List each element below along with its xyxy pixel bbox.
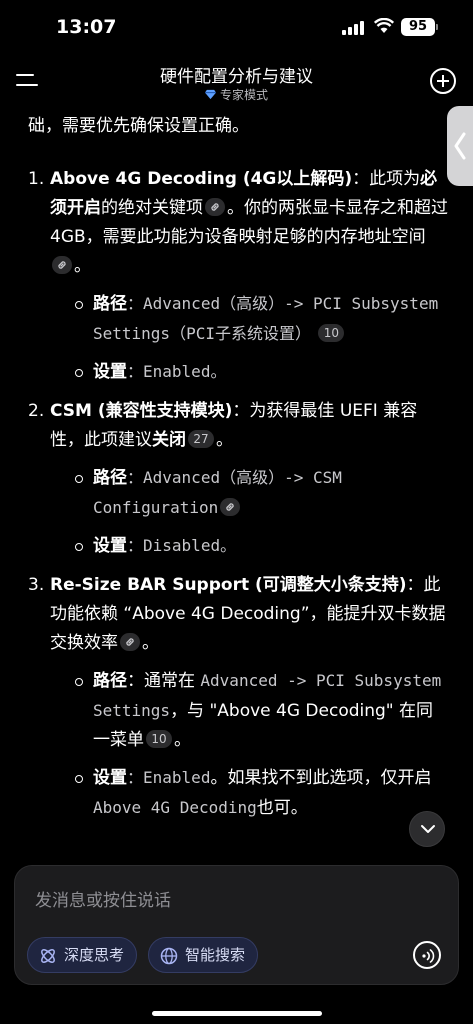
setting-colon: ： [127,768,144,787]
status-time: 13:07 [56,16,117,38]
setting-colon: ： [127,536,144,555]
setting-text: 也可。 [256,798,308,818]
scroll-down-button[interactable] [409,811,445,847]
gem-icon [204,89,216,100]
voice-input-button[interactable] [413,941,441,969]
sub-item-path: 路径：Advanced（高级）-> CSM Configuration [50,463,448,523]
path-value: Advanced（高级）-> PCI Subsystem Settings（PC… [93,294,439,343]
sub-item-path: 路径：通常在 Advanced -> PCI Subsystem Setting… [50,666,448,755]
setting-colon: ： [127,362,144,381]
path-text: 通常在 [144,671,201,691]
atom-icon [41,949,55,963]
path-label: 路径 [93,468,127,488]
globe-icon [160,947,178,965]
item-emphasis: 关闭 [152,430,186,450]
item-lead: Re-Size BAR Support (可调整大小条支持)：此功能依赖 “Ab… [50,571,448,658]
list-item: 2. CSM (兼容性支持模块)：为获得最佳 UEFI 兼容性，此项建议关闭 27… [28,397,448,561]
item-text: 。 [74,256,91,276]
setting-label: 设置 [93,768,127,788]
message-content: 础，需要优先确保设置正确。 1. Above 4G Decoding (4G以上… [28,112,448,833]
battery-icon: 95 [401,18,435,36]
setting-label: 设置 [93,536,127,556]
deep-think-button[interactable]: 深度思考 [27,937,138,973]
path-text: 。 [174,730,191,750]
message-input-box[interactable]: 发消息或按住说话 深度思考 智能搜索 [14,865,459,985]
page-title: 硬件配置分析与建议 [160,67,313,87]
web-search-button[interactable]: 智能搜索 [148,937,259,973]
item-title: Above 4G Decoding (4G以上解码) [50,169,353,189]
cellular-signal-icon [342,21,364,35]
link-icon[interactable] [205,198,225,216]
intro-text: 础，需要优先确保设置正确。 [28,116,249,136]
citation-badge[interactable]: 10 [146,730,172,748]
link-icon[interactable] [52,256,72,274]
setting-label: 设置 [93,362,127,382]
item-lead: Above 4G Decoding (4G以上解码)：此项为必须开启的绝对关键项… [50,165,448,281]
setting-value: Enabled [143,768,211,787]
voice-wave-icon [422,949,435,963]
sub-item-setting: 设置：Enabled。如果找不到此选项，仅开启 Above 4G Decodin… [50,763,448,823]
item-text: 。 [216,430,233,450]
chat-header: 硬件配置分析与建议 专家模式 [0,56,473,186]
mode-label: 专家模式 [219,88,268,102]
sub-item-setting: 设置：Enabled。 [50,357,448,387]
list-number: 1. [28,169,45,189]
wifi-icon [374,18,394,33]
item-text: 。 [142,633,159,653]
setting-value: Disabled。 [143,536,237,555]
setting-code: Above 4G Decoding [93,798,257,817]
chevron-down-icon [421,825,435,833]
message-input[interactable]: 发消息或按住说话 [35,886,171,911]
path-label: 路径 [93,671,127,691]
link-icon[interactable] [220,498,241,516]
item-title: Re-Size BAR Support (可调整大小条支持) [50,575,407,595]
setting-value: Enabled。 [143,362,227,381]
battery-tip [436,24,438,30]
home-indicator [152,1011,322,1016]
path-label: 路径 [93,294,127,314]
list-item: 3. Re-Size BAR Support (可调整大小条支持)：此功能依赖 … [28,571,448,823]
deep-think-label: 深度思考 [64,946,125,964]
status-bar: 13:07 95 [0,0,473,56]
item-text: ：此项为 [352,169,421,189]
web-search-label: 智能搜索 [185,946,246,964]
citation-badge[interactable]: 10 [318,324,345,342]
sub-item-setting: 设置：Disabled。 [50,531,448,561]
mode-subtitle: 专家模式 [0,86,473,103]
citation-badge[interactable]: 27 [188,430,214,448]
path-colon: ： [127,468,144,487]
path-colon: ： [127,671,144,691]
setting-text: 。如果找不到此选项，仅开启 [210,768,432,788]
list-number: 2. [28,401,45,421]
link-icon[interactable] [120,633,140,651]
sub-item-path: 路径：Advanced（高级）-> PCI Subsystem Settings… [50,289,448,349]
item-lead: CSM (兼容性支持模块)：为获得最佳 UEFI 兼容性，此项建议关闭 27。 [50,397,448,455]
item-text: 的绝对关键项 [101,198,203,218]
list-number: 3. [28,575,45,595]
chevron-left-icon [454,132,466,160]
list-item: 1. Above 4G Decoding (4G以上解码)：此项为必须开启的绝对… [28,165,448,387]
path-colon: ： [127,294,144,313]
item-title: CSM (兼容性支持模块) [50,401,233,421]
new-chat-icon[interactable] [430,68,456,94]
side-panel-tab[interactable] [447,106,473,186]
